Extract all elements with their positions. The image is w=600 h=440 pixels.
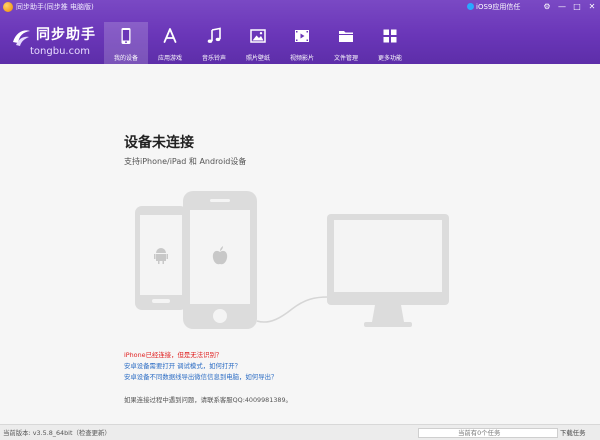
settings-icon[interactable]: ⚙: [541, 1, 553, 13]
tab-videos[interactable]: 视频影片: [280, 22, 324, 64]
iphone-icon: [183, 191, 257, 329]
tab-label: 我的设备: [113, 55, 138, 62]
android-debug-mode-link[interactable]: 安卓设备需要打开 调试模式，如何打开？: [124, 361, 277, 372]
maximize-button[interactable]: □: [571, 1, 583, 13]
app-logo-icon: [3, 2, 13, 12]
supported-devices-text: 支持iPhone/iPad 和 Android设备: [124, 157, 247, 166]
status-bar: 当前版本: v3.5.8_64bit（检查更新） 当前有0个任务 下载任务: [0, 424, 600, 440]
page-title: 设备未连接: [124, 135, 194, 151]
support-contact-text: 如果连接过程中遇到问题，请联系客服QQ:4009981389。: [124, 396, 292, 404]
tab-my-device[interactable]: 我的设备: [104, 22, 148, 64]
logo-text: 同步助手: [36, 27, 96, 43]
music-note-icon: [207, 27, 221, 43]
folder-icon: [339, 31, 353, 42]
android-phone-icon: [135, 206, 187, 310]
ios9-trust-link[interactable]: iOS9应用信任: [467, 1, 520, 13]
tab-label: 文件管理: [333, 55, 358, 62]
top-header: 同步助手(同步推 电脑版) iOS9应用信任 ⚙ — □ ✕ 同步助手 tong…: [0, 0, 600, 64]
tab-apps-games[interactable]: 应用游戏: [148, 22, 192, 64]
tab-photos-wallpapers[interactable]: 照片壁纸: [236, 22, 280, 64]
computer-monitor-icon: [327, 214, 449, 327]
tab-file-manager[interactable]: 文件管理: [324, 22, 368, 64]
android-wechat-export-link[interactable]: 安卓设备不同数据线导出微信信息到电脑，如何导出？: [124, 372, 277, 383]
main-panel: 设备未连接 支持iPhone/iPad 和 Android设备 iPhone已经…: [0, 64, 600, 424]
video-icon: [295, 30, 309, 42]
tab-label: 更多功能: [377, 55, 402, 62]
usb-cable: [256, 296, 329, 323]
version-info[interactable]: 当前版本: v3.5.8_64bit（检查更新）: [3, 428, 111, 437]
tab-label: 视频影片: [289, 55, 314, 62]
task-count-label: 当前有0个任务: [458, 429, 501, 437]
window-controls: ⚙ — □ ✕: [541, 1, 598, 13]
grid-icon: [383, 29, 397, 43]
main-nav: 我的设备 应用游戏 音乐铃声 照片壁纸 视频影片 文件管理 更多功能: [104, 22, 412, 64]
app-logo: 同步助手 tongbu.com: [8, 24, 100, 62]
tab-label: 音乐铃声: [201, 55, 226, 62]
close-button[interactable]: ✕: [586, 1, 598, 13]
window-title: 同步助手(同步推 电脑版): [16, 3, 94, 11]
tab-label: 照片壁纸: [245, 55, 270, 62]
app-store-icon: [163, 28, 177, 43]
tab-more-features[interactable]: 更多功能: [368, 22, 412, 64]
help-links: iPhone已经连接，但是无法识别？ 安卓设备需要打开 调试模式，如何打开？ 安…: [124, 350, 277, 383]
info-icon: [467, 3, 474, 10]
swirl-logo-icon: [13, 30, 30, 46]
download-tasks-button[interactable]: 下载任务: [560, 428, 586, 437]
image-icon: [250, 29, 266, 43]
phone-icon: [121, 28, 131, 44]
device-connection-illustration: [135, 191, 449, 329]
tab-label: 应用游戏: [157, 55, 182, 62]
title-bar: 同步助手(同步推 电脑版) iOS9应用信任 ⚙ — □ ✕: [0, 0, 600, 14]
tab-music-ringtones[interactable]: 音乐铃声: [192, 22, 236, 64]
minimize-button[interactable]: —: [556, 1, 568, 13]
logo-domain: tongbu.com: [30, 46, 90, 57]
ios9-trust-label: iOS9应用信任: [476, 3, 521, 11]
iphone-not-recognized-link[interactable]: iPhone已经连接，但是无法识别？: [124, 350, 277, 361]
